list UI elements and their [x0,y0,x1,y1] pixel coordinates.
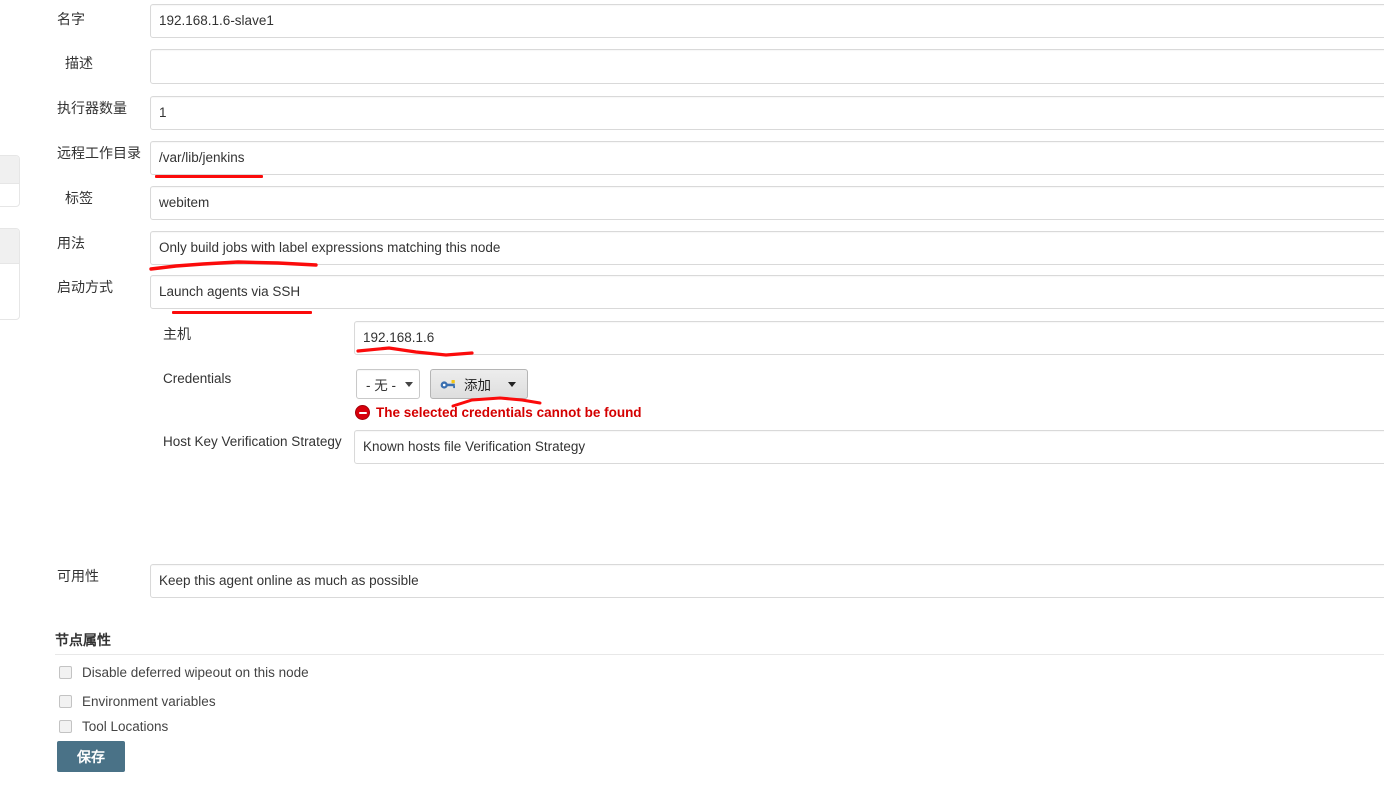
label-credentials: Credentials [163,371,232,386]
checkbox-label-tool-locations: Tool Locations [82,719,169,734]
checkbox-disable-deferred-wipeout[interactable] [59,666,72,679]
form-row-availability: 可用性 [57,567,99,585]
checkbox-label-disable-deferred-wipeout: Disable deferred wipeout on this node [82,665,309,680]
credentials-error-message: The selected credentials cannot be found [355,405,642,420]
label-name: 名字 [57,11,85,27]
label-host-key-strategy: Host Key Verification Strategy [163,434,342,449]
left-side-panel-2 [0,228,20,320]
form-row-labels: 标签 [65,189,93,207]
form-row-usage: 用法 [57,234,85,252]
chevron-down-icon [405,381,413,387]
label-launch-method: 启动方式 [57,279,113,295]
add-credentials-button-label: 添加 [464,378,491,393]
credentials-error-text: The selected credentials cannot be found [376,405,642,420]
chevron-down-icon [508,381,516,387]
form-row-name: 名字 [57,10,85,28]
checkbox-label-environment-variables: Environment variables [82,694,216,709]
select-credentials[interactable]: - 无 - [356,369,420,399]
input-host[interactable]: 192.168.1.6 [354,321,1384,355]
form-row-launch-method: 启动方式 [57,278,113,296]
key-icon [440,380,455,389]
checkbox-environment-variables[interactable] [59,695,72,708]
error-circle-icon [355,405,370,420]
left-side-panel-1-header [0,156,19,184]
label-usage: 用法 [57,235,85,251]
checkbox-tool-locations[interactable] [59,720,72,733]
label-executors: 执行器数量 [57,100,127,116]
form-row-host-key-strategy: Host Key Verification Strategy [163,433,342,451]
input-remote-root-dir[interactable]: /var/lib/jenkins [150,141,1384,175]
label-availability: 可用性 [57,568,99,584]
select-usage[interactable]: Only build jobs with label expressions m… [150,231,1384,265]
save-button[interactable]: 保存 [57,741,125,772]
form-row-remote-root-dir: 远程工作目录 [57,144,141,162]
left-side-panel-1 [0,155,20,207]
input-description[interactable] [150,49,1384,84]
form-row-description: 描述 [65,54,93,72]
node-properties-divider [55,654,1384,655]
left-side-panel-2-header [0,229,19,264]
add-credentials-button[interactable]: 添加 [430,369,528,399]
label-description: 描述 [65,55,93,71]
input-labels[interactable]: webitem [150,186,1384,220]
annotation-underline-launch-method [172,311,312,314]
checkbox-row-tool-locations[interactable]: Tool Locations [59,719,168,734]
form-row-host: 主机 [163,325,191,343]
label-host: 主机 [163,326,191,342]
select-launch-method[interactable]: Launch agents via SSH [150,275,1384,309]
label-remote-root-dir: 远程工作目录 [57,145,141,161]
annotation-underline-remote-root-dir [155,175,263,178]
select-credentials-value: - 无 - [366,378,396,393]
checkbox-row-environment-variables[interactable]: Environment variables [59,694,216,709]
input-name[interactable]: 192.168.1.6-slave1 [150,4,1384,38]
node-properties-title: 节点属性 [55,632,111,648]
label-labels: 标签 [65,190,93,206]
form-row-credentials: Credentials [163,370,231,388]
select-availability[interactable]: Keep this agent online as much as possib… [150,564,1384,598]
form-row-executors: 执行器数量 [57,99,127,117]
input-executors[interactable]: 1 [150,96,1384,130]
select-host-key-strategy[interactable]: Known hosts file Verification Strategy [354,430,1384,464]
checkbox-row-disable-deferred-wipeout[interactable]: Disable deferred wipeout on this node [59,665,309,680]
